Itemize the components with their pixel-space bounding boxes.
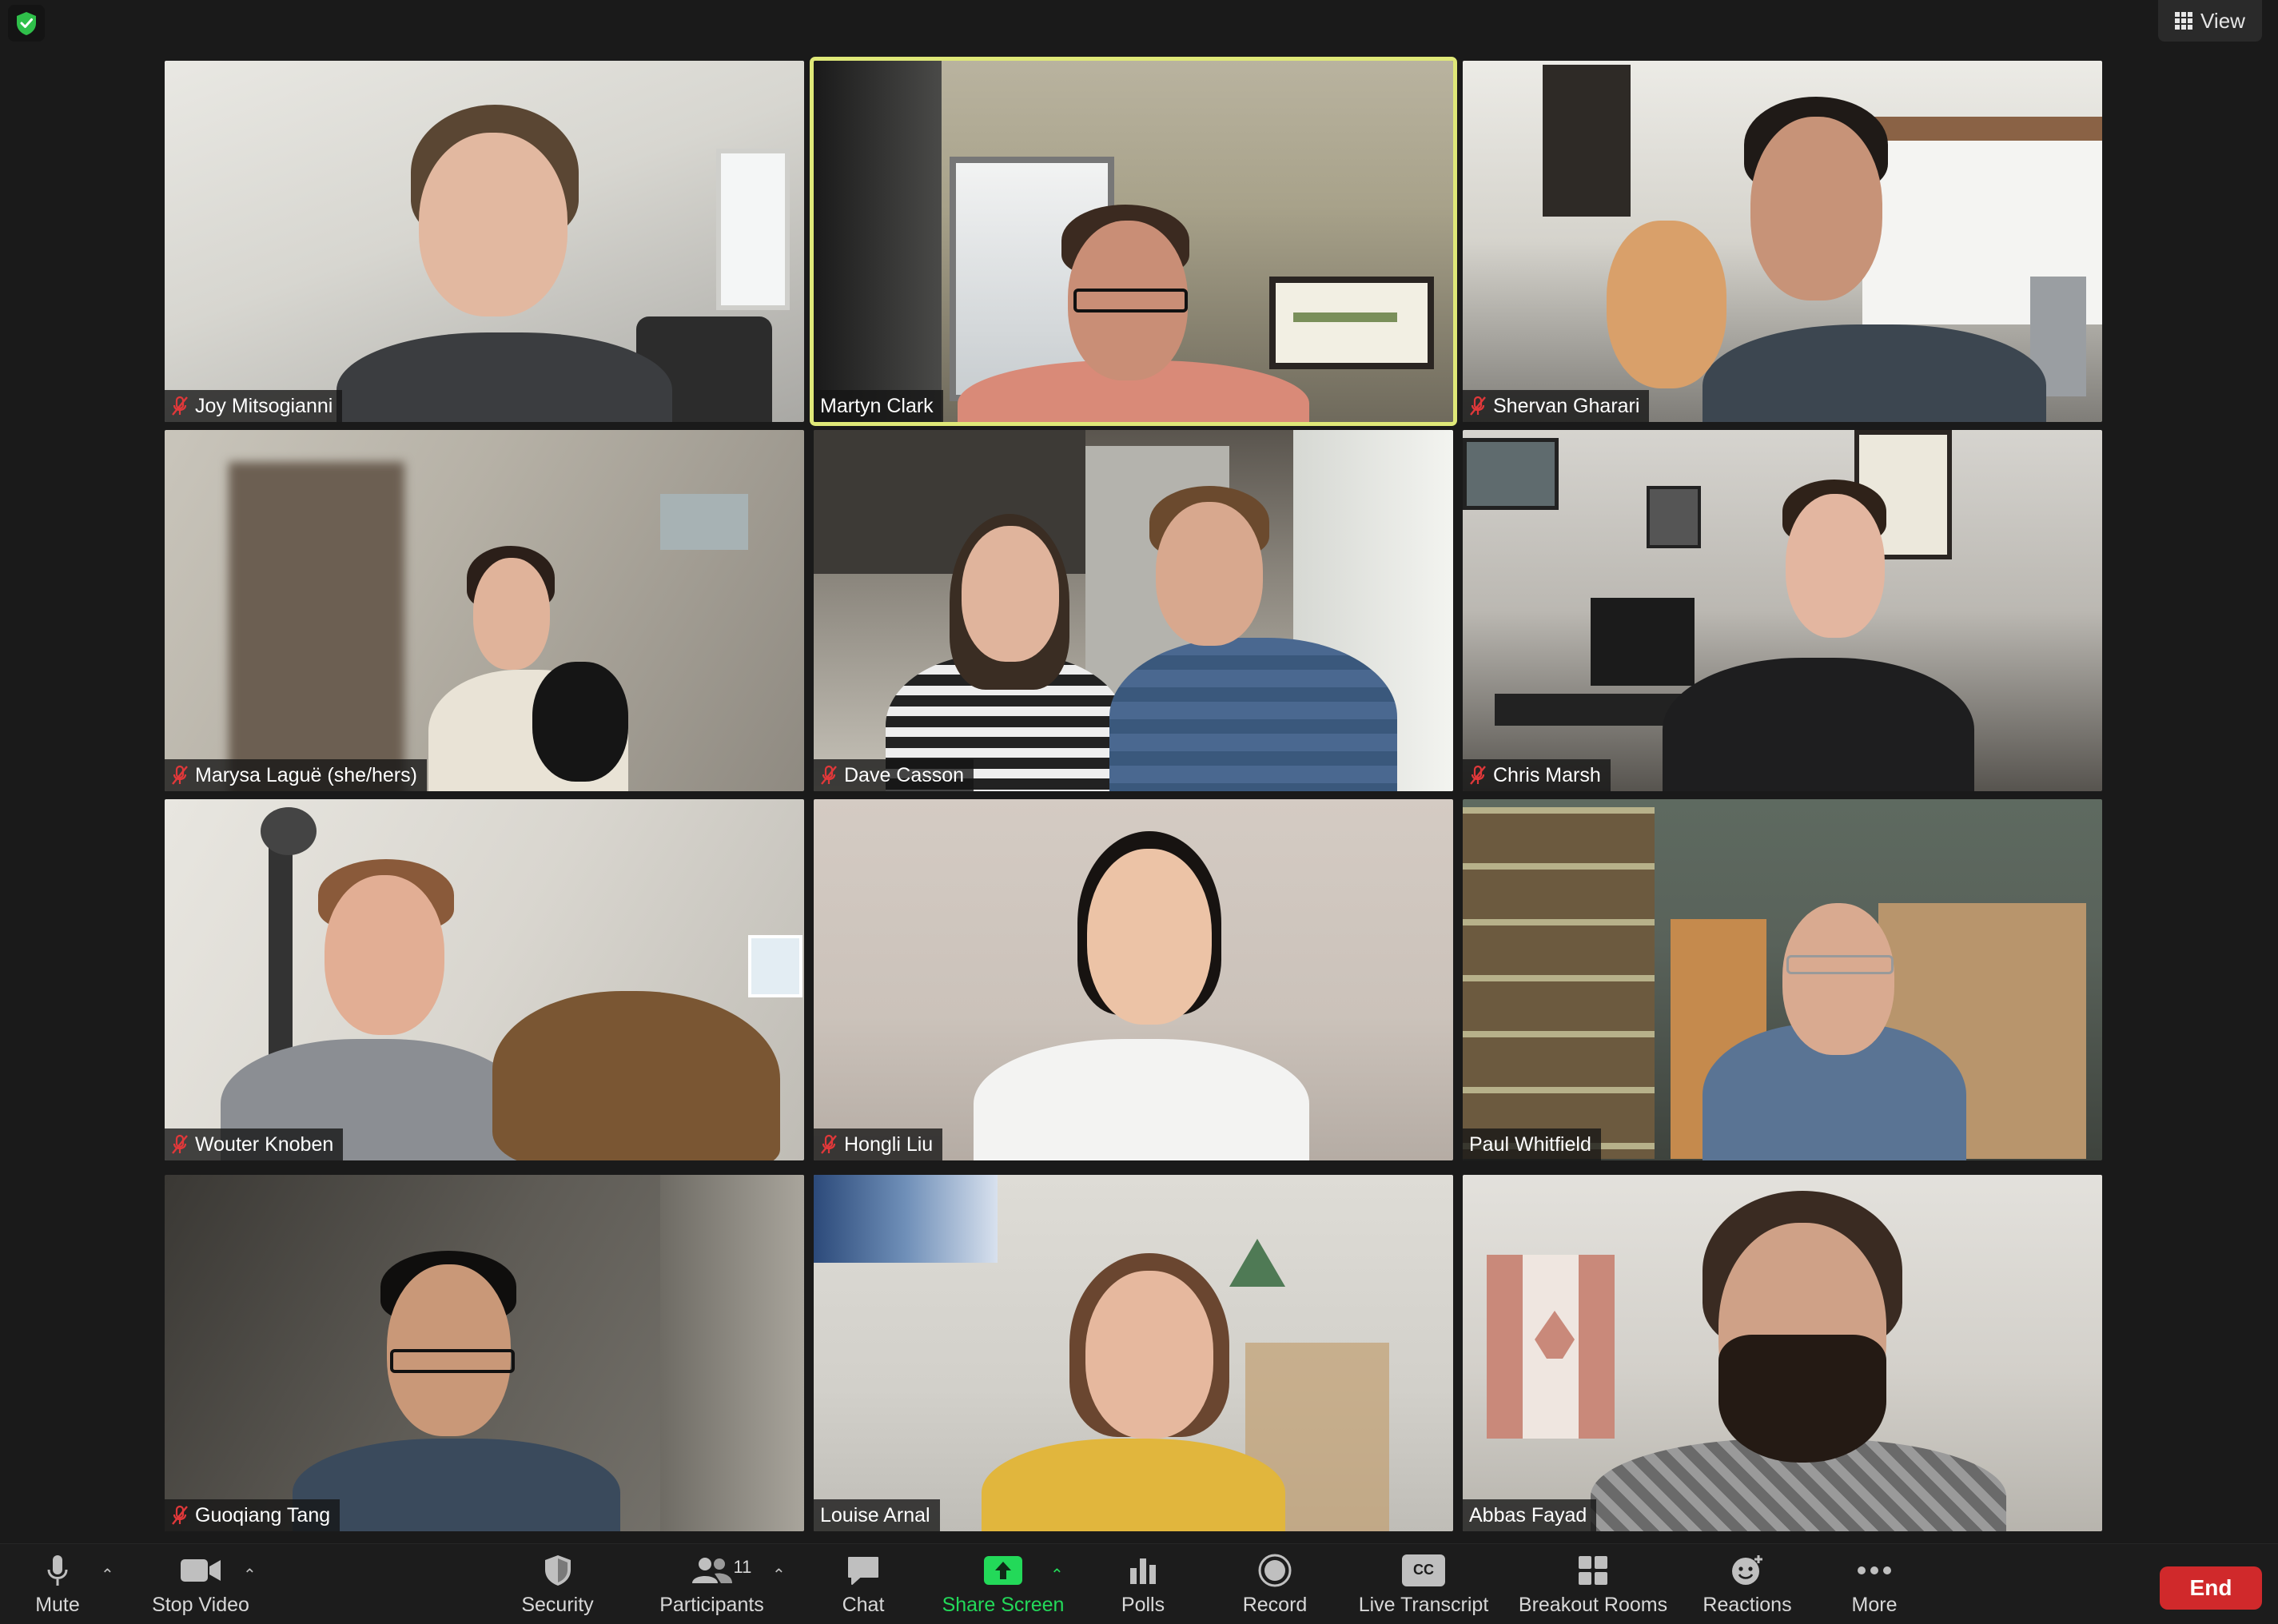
live-transcript-button[interactable]: CC Live Transcript [1355,1544,1492,1624]
name-tag: Guoqiang Tang [165,1499,341,1531]
video-tile-marysa-lague[interactable]: Marysa Laguë (she/hers) [165,430,804,791]
name-tag: Shervan Gharari [1463,390,1650,422]
participant-name: Martyn Clark [820,394,934,417]
participant-name: Chris Marsh [1493,763,1601,786]
view-button[interactable]: View [2158,0,2262,42]
participant-name: Dave Casson [844,763,965,786]
mute-button[interactable]: Mute [18,1544,98,1624]
participant-name: Marysa Laguë (she/hers) [195,763,417,786]
breakout-rooms-grid-icon [1577,1552,1609,1589]
video-camera-icon [180,1552,221,1589]
name-tag: Louise Arnal [814,1499,940,1531]
name-tag: Martyn Clark [814,390,943,422]
muted-mic-icon [172,765,188,785]
reactions-button[interactable]: Reactions [1701,1544,1794,1624]
participant-name: Louise Arnal [820,1503,930,1526]
smiley-face-icon [1730,1552,1765,1589]
name-tag: Wouter Knoben [165,1128,344,1160]
breakout-rooms-button[interactable]: Breakout Rooms [1517,1544,1669,1624]
video-tile-hongli-liu[interactable]: Hongli Liu [814,799,1453,1160]
participant-name: Abbas Fayad [1469,1503,1587,1526]
security-button[interactable]: Security [512,1544,603,1624]
polls-button[interactable]: Polls [1103,1544,1183,1624]
muted-mic-icon [1470,765,1486,785]
security-shield-icon [543,1552,573,1589]
participant-name: Hongli Liu [844,1132,934,1156]
video-tile-abbas-fayad[interactable]: Abbas Fayad [1463,1175,2102,1531]
muted-mic-icon [172,1505,188,1525]
muted-mic-icon [172,1134,188,1154]
participant-name: Wouter Knoben [195,1132,334,1156]
microphone-icon [46,1552,69,1589]
muted-mic-icon [821,765,837,785]
muted-mic-icon [1470,396,1486,416]
record-icon [1258,1552,1292,1589]
audio-options-chevron-up-icon[interactable]: ⌃ [101,1565,114,1585]
participants-count: 11 [733,1556,752,1577]
participants-icon: 11 [691,1552,751,1589]
view-label: View [2200,8,2245,33]
name-tag: Abbas Fayad [1463,1499,1597,1531]
video-options-chevron-up-icon[interactable]: ⌃ [243,1565,257,1585]
name-tag: Hongli Liu [814,1128,943,1160]
stop-video-button[interactable]: Stop Video [149,1544,253,1624]
video-tile-chris-marsh[interactable]: Chris Marsh [1463,430,2102,791]
share-options-chevron-up-icon[interactable]: ⌃ [1050,1565,1064,1585]
video-tile-joy-mitsogianni[interactable]: Joy Mitsogianni [165,61,804,422]
ellipsis-icon [1857,1552,1892,1589]
participant-name: Shervan Gharari [1493,394,1640,417]
video-tile-martyn-clark[interactable]: Martyn Clark [810,57,1457,426]
end-meeting-button[interactable]: End [2160,1566,2262,1610]
encryption-shield-icon[interactable] [8,5,45,42]
share-screen-arrow-icon [983,1552,1023,1589]
name-tag: Marysa Laguë (she/hers) [165,759,427,791]
participant-name: Paul Whitfield [1469,1132,1591,1156]
participants-options-chevron-up-icon[interactable]: ⌃ [772,1565,786,1585]
video-tile-paul-whitfield[interactable]: Paul Whitfield [1463,799,2102,1160]
video-tile-dave-casson[interactable]: Dave Casson [814,430,1453,791]
video-tile-wouter-knoben[interactable]: Wouter Knoben [165,799,804,1160]
name-tag: Joy Mitsogianni [165,390,343,422]
bar-chart-icon [1127,1552,1159,1589]
more-button[interactable]: More [1834,1544,1914,1624]
muted-mic-icon [172,396,188,416]
participant-name: Joy Mitsogianni [195,394,333,417]
record-button[interactable]: Record [1235,1544,1315,1624]
closed-caption-icon: CC [1402,1552,1445,1589]
participant-name: Guoqiang Tang [195,1503,331,1526]
name-tag: Paul Whitfield [1463,1128,1601,1160]
video-tile-guoqiang-tang[interactable]: Guoqiang Tang [165,1175,804,1531]
name-tag: Dave Casson [814,759,974,791]
chat-button[interactable]: Chat [823,1544,903,1624]
video-tile-louise-arnal[interactable]: Louise Arnal [814,1175,1453,1531]
meeting-toolbar: Mute ⌃ Stop Video ⌃ Security 11 Particip… [0,1543,2278,1624]
grid-view-icon [2175,12,2193,30]
muted-mic-icon [821,1134,837,1154]
name-tag: Chris Marsh [1463,759,1611,791]
participants-button[interactable]: 11 Participants [654,1544,770,1624]
chat-bubble-icon [846,1552,881,1589]
video-tile-shervan-gharari[interactable]: Shervan Gharari [1463,61,2102,422]
